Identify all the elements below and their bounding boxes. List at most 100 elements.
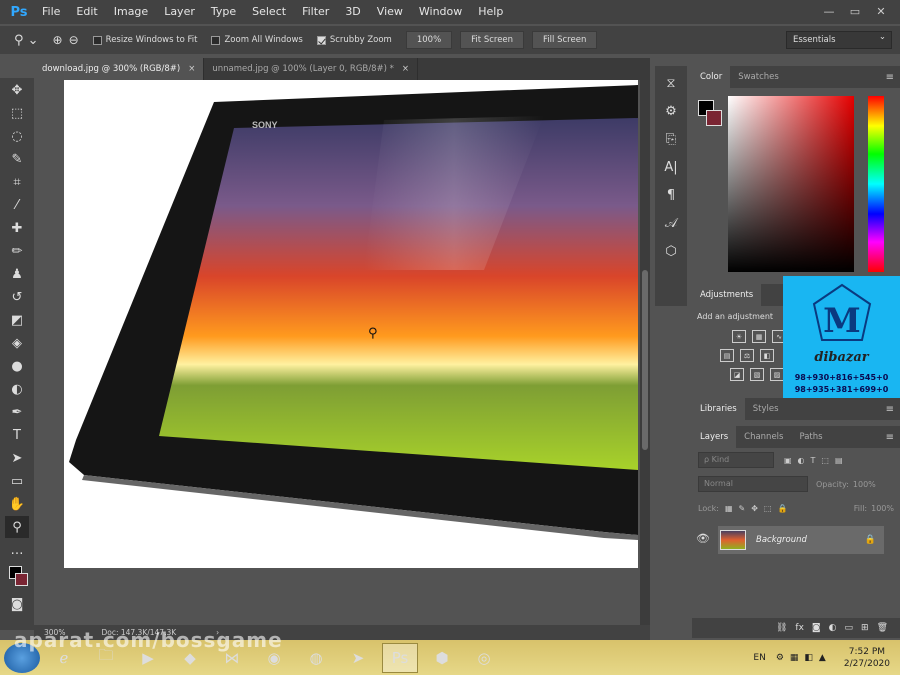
language-indicator[interactable]: EN [753, 653, 765, 663]
pen-tool-icon[interactable]: ✒ [5, 401, 29, 423]
lock-icons[interactable]: ▦✎✥⬚🔒 [725, 504, 793, 513]
crop-tool-icon[interactable]: ⌗ [5, 171, 29, 193]
fx-icon[interactable]: fx [795, 623, 804, 633]
scroll-thumb[interactable] [642, 270, 648, 450]
zoom-100-button[interactable]: 100% [405, 31, 453, 49]
new-group-icon[interactable]: ▭ [845, 623, 854, 633]
posterize-icon[interactable]: ▧ [750, 368, 764, 381]
tab-adjustments[interactable]: Adjustments [692, 284, 762, 306]
menu-select[interactable]: Select [244, 0, 294, 24]
workspace-select[interactable]: Essentials [786, 31, 892, 49]
tab-channels[interactable]: Channels [736, 426, 791, 448]
new-layer-icon[interactable]: ⊞ [861, 623, 869, 633]
menu-filter[interactable]: Filter [294, 0, 337, 24]
properties-panel-icon[interactable]: ⚙ [660, 100, 682, 122]
history-brush-icon[interactable]: ↺ [5, 286, 29, 308]
rectangle-tool-icon[interactable]: ▭ [5, 470, 29, 492]
dodge-tool-icon[interactable]: ◐ [5, 378, 29, 400]
panel-menu-icon[interactable]: ≡ [886, 72, 894, 83]
color-swatches[interactable] [698, 100, 724, 128]
zoom-in-icon[interactable]: ⊕ [53, 33, 63, 47]
vertical-scrollbar[interactable] [640, 80, 650, 625]
glyphs-panel-icon[interactable]: 𝒜 [660, 212, 682, 234]
history-panel-icon[interactable]: ⧖ [660, 72, 682, 94]
tab-color[interactable]: Color [692, 66, 731, 88]
layer-kind-filter[interactable]: ρ Kind [698, 452, 774, 468]
character-panel-icon[interactable]: A| [660, 156, 682, 178]
add-mask-icon[interactable]: ◙ [812, 623, 821, 633]
zoom-tool-selected-icon[interactable]: ⚲ [5, 516, 29, 538]
opacity-value[interactable]: 100% [853, 480, 876, 489]
obs-icon[interactable]: ◎ [466, 643, 502, 673]
fg-bg-swatch-icon[interactable] [5, 562, 29, 592]
move-tool-icon[interactable]: ✥ [5, 79, 29, 101]
blend-mode-select[interactable]: Normal [698, 476, 808, 492]
telegram-icon[interactable]: ➤ [340, 643, 376, 673]
tab-close-icon[interactable]: × [188, 64, 195, 74]
black-white-icon[interactable]: ⚖ [740, 349, 754, 362]
menu-image[interactable]: Image [106, 0, 156, 24]
brightness-icon[interactable]: ☀ [732, 330, 746, 343]
link-layers-icon[interactable]: ⛓ [776, 623, 787, 633]
firefox-icon[interactable]: ◍ [298, 643, 334, 673]
tab-libraries[interactable]: Libraries [692, 398, 745, 420]
panel-menu-icon[interactable]: ≡ [886, 432, 894, 443]
tab-download[interactable]: download.jpg @ 300% (RGB/8#) × [34, 58, 205, 80]
stamp-tool-icon[interactable]: ♟ [5, 263, 29, 285]
tab-paths[interactable]: Paths [791, 426, 830, 448]
tab-swatches[interactable]: Swatches [730, 66, 787, 88]
maximize-button[interactable]: ▭ [842, 0, 868, 22]
panel-menu-icon[interactable]: ≡ [886, 404, 894, 415]
path-select-icon[interactable]: ➤ [5, 447, 29, 469]
tray-icons[interactable]: ⚙▦◧▲ [776, 653, 832, 663]
photo-filter-icon[interactable]: ◧ [760, 349, 774, 362]
tab-close-icon[interactable]: × [402, 64, 409, 74]
invert-icon[interactable]: ◪ [730, 368, 744, 381]
menu-3d[interactable]: 3D [337, 0, 368, 24]
taskbar-clock[interactable]: 7:52 PM 2/27/2020 [844, 646, 890, 670]
quick-mask-icon[interactable]: ◙ [5, 593, 29, 615]
brush-tool-icon[interactable]: ✏ [5, 240, 29, 262]
tab-unnamed[interactable]: unnamed.jpg @ 100% (Layer 0, RGB/8#) * × [204, 58, 419, 80]
canvas-area[interactable]: SONY ⚲ [34, 80, 652, 625]
menu-edit[interactable]: Edit [68, 0, 105, 24]
color-field[interactable] [728, 96, 854, 272]
zoom-out-icon[interactable]: ⊖ [69, 33, 79, 47]
layer-name[interactable]: Background [756, 535, 807, 545]
3d-panel-icon[interactable]: ⬡ [660, 240, 682, 262]
zoom-all-checkbox[interactable]: Zoom All Windows [211, 35, 303, 45]
threshold-icon[interactable]: ▨ [770, 368, 784, 381]
hue-slider[interactable] [868, 96, 884, 272]
eraser-tool-icon[interactable]: ◩ [5, 309, 29, 331]
menu-window[interactable]: Window [411, 0, 470, 24]
photoshop-taskbar-icon[interactable]: Ps [382, 642, 418, 673]
paint-bucket-icon[interactable]: ◈ [5, 332, 29, 354]
type-tool-icon[interactable]: T [5, 424, 29, 446]
eyedropper-tool-icon[interactable]: ⁄ [5, 194, 29, 216]
quick-select-tool-icon[interactable]: ✎ [5, 148, 29, 170]
layer-filter-icons[interactable]: ▣◐T⬚▤ [784, 456, 849, 465]
menu-view[interactable]: View [369, 0, 411, 24]
blur-tool-icon[interactable]: ● [5, 355, 29, 377]
layer-row-background[interactable]: Background 🔒 [718, 526, 884, 554]
menu-layer[interactable]: Layer [156, 0, 203, 24]
trash-icon[interactable]: 🗑 [877, 623, 888, 633]
document-canvas[interactable]: SONY ⚲ [64, 80, 638, 568]
zoom-tool-icon[interactable]: ⚲ ⌄ [14, 33, 39, 48]
paragraph-panel-icon[interactable]: ¶ [660, 184, 682, 206]
nox-icon[interactable]: ⬢ [424, 643, 460, 673]
hand-tool-icon[interactable]: ✋ [5, 493, 29, 515]
marquee-tool-icon[interactable]: ⬚ [5, 102, 29, 124]
color-balance-icon[interactable]: ▤ [720, 349, 734, 362]
adjustment-layer-icon[interactable]: ◐ [829, 623, 837, 633]
resize-windows-checkbox[interactable]: Resize Windows to Fit [92, 35, 197, 45]
healing-tool-icon[interactable]: ✚ [5, 217, 29, 239]
close-button[interactable]: ✕ [868, 0, 894, 22]
clone-source-icon[interactable]: ⎘ [660, 128, 682, 150]
fill-screen-button[interactable]: Fill Screen [532, 31, 598, 49]
menu-type[interactable]: Type [203, 0, 244, 24]
scrubby-zoom-checkbox[interactable]: Scrubby Zoom [316, 35, 392, 45]
minimize-button[interactable]: — [816, 0, 842, 22]
lasso-tool-icon[interactable]: ◌ [5, 125, 29, 147]
fill-value[interactable]: 100% [871, 504, 894, 513]
